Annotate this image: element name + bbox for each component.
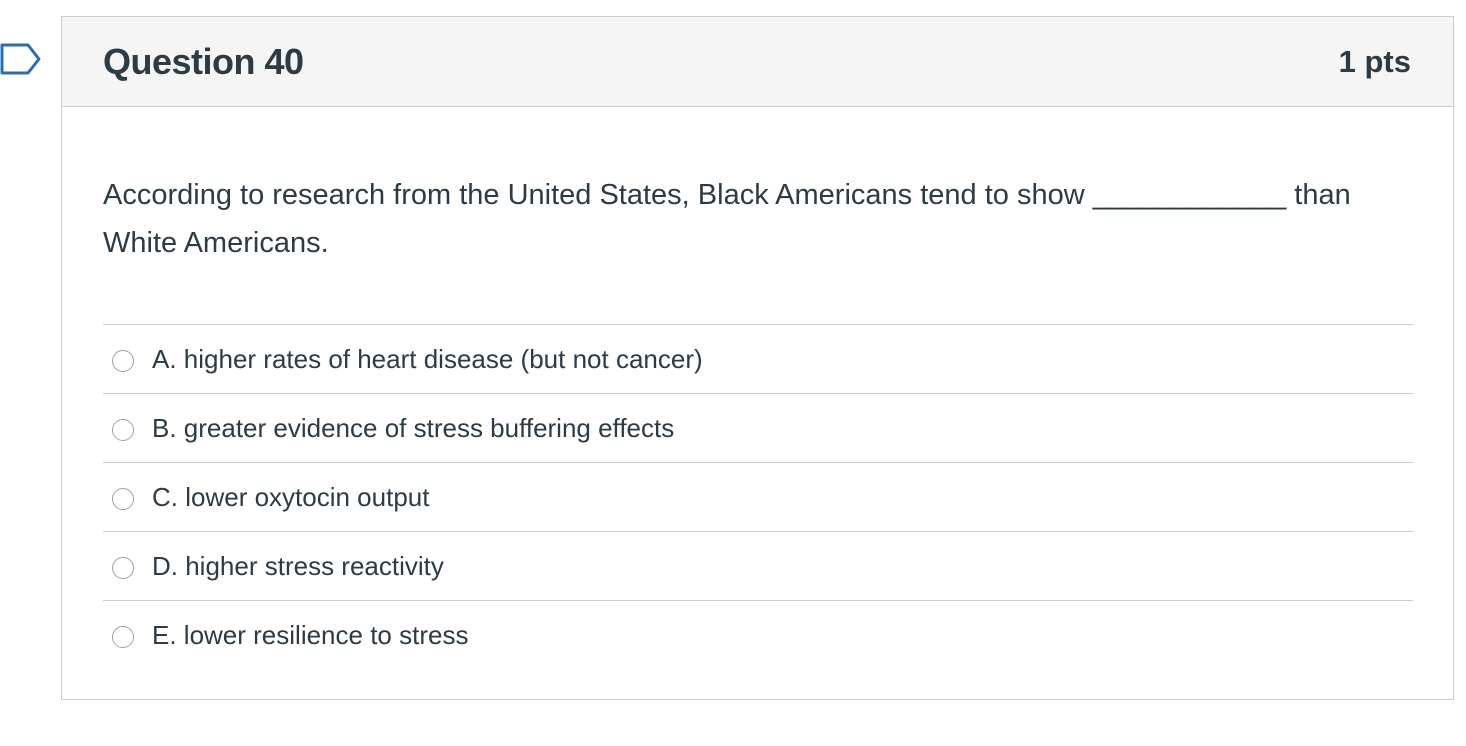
question-title: Question 40 (103, 40, 304, 82)
question-points: 1 pts (1338, 43, 1411, 79)
radio-button[interactable] (112, 349, 134, 372)
answer-option-b[interactable]: B. greater evidence of stress buffering … (103, 394, 1413, 463)
radio-button[interactable] (112, 626, 134, 648)
answer-label: D. higher stress reactivity (152, 550, 444, 581)
radio-button[interactable] (112, 418, 134, 441)
question-card: Question 40 1 pts According to research … (61, 16, 1454, 700)
answer-label: C. lower oxytocin output (152, 481, 430, 512)
answer-option-a[interactable]: A. higher rates of heart disease (but no… (103, 325, 1413, 394)
answer-label: E. lower resilience to stress (152, 620, 469, 650)
flag-question-icon[interactable] (0, 42, 42, 76)
radio-button[interactable] (112, 556, 134, 579)
question-body: According to research from the United St… (62, 171, 1453, 670)
answer-label: A. higher rates of heart disease (but no… (152, 343, 703, 374)
answer-option-d[interactable]: D. higher stress reactivity (103, 532, 1413, 601)
question-text: According to research from the United St… (103, 179, 1351, 259)
answer-list: A. higher rates of heart disease (but no… (103, 324, 1413, 670)
question-header: Question 40 1 pts (62, 17, 1453, 107)
answer-option-e[interactable]: E. lower resilience to stress (103, 601, 1413, 670)
answer-label: B. greater evidence of stress buffering … (152, 412, 675, 443)
radio-button[interactable] (112, 487, 134, 510)
answer-option-c[interactable]: C. lower oxytocin output (103, 463, 1413, 532)
